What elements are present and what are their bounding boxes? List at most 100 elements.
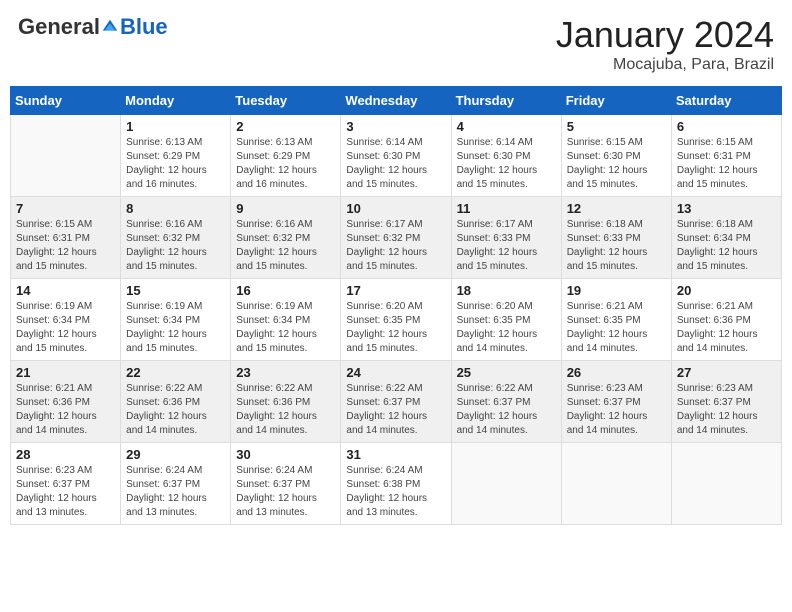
day-info: Sunrise: 6:17 AMSunset: 6:32 PMDaylight:… <box>346 218 445 274</box>
day-info: Sunrise: 6:22 AMSunset: 6:36 PMDaylight:… <box>236 382 335 438</box>
calendar-cell <box>561 443 671 525</box>
header-tuesday: Tuesday <box>231 87 341 115</box>
day-info: Sunrise: 6:21 AMSunset: 6:36 PMDaylight:… <box>677 300 776 356</box>
day-info: Sunrise: 6:14 AMSunset: 6:30 PMDaylight:… <box>346 136 445 192</box>
day-number: 10 <box>346 201 445 216</box>
calendar-subtitle: Mocajuba, Para, Brazil <box>556 56 774 74</box>
calendar-cell: 19 Sunrise: 6:21 AMSunset: 6:35 PMDayligh… <box>561 279 671 361</box>
day-info: Sunrise: 6:22 AMSunset: 6:37 PMDaylight:… <box>457 382 556 438</box>
calendar-cell: 5 Sunrise: 6:15 AMSunset: 6:30 PMDaylight… <box>561 115 671 197</box>
calendar-week-row: 1 Sunrise: 6:13 AMSunset: 6:29 PMDaylight… <box>11 115 782 197</box>
day-info: Sunrise: 6:15 AMSunset: 6:31 PMDaylight:… <box>16 218 115 274</box>
day-number: 2 <box>236 119 335 134</box>
calendar-cell: 11 Sunrise: 6:17 AMSunset: 6:33 PMDayligh… <box>451 197 561 279</box>
day-info: Sunrise: 6:24 AMSunset: 6:37 PMDaylight:… <box>126 464 225 520</box>
calendar-week-row: 14 Sunrise: 6:19 AMSunset: 6:34 PMDayligh… <box>11 279 782 361</box>
day-number: 21 <box>16 365 115 380</box>
day-number: 11 <box>457 201 556 216</box>
day-number: 19 <box>567 283 666 298</box>
day-number: 7 <box>16 201 115 216</box>
day-number: 29 <box>126 447 225 462</box>
day-number: 13 <box>677 201 776 216</box>
day-number: 23 <box>236 365 335 380</box>
day-info: Sunrise: 6:22 AMSunset: 6:36 PMDaylight:… <box>126 382 225 438</box>
day-number: 16 <box>236 283 335 298</box>
calendar-cell <box>671 443 781 525</box>
day-number: 15 <box>126 283 225 298</box>
title-block: January 2024 Mocajuba, Para, Brazil <box>556 14 774 74</box>
calendar-cell: 26Sunrise: 6:23 AMSunset: 6:37 PMDayligh… <box>561 361 671 443</box>
day-info: Sunrise: 6:14 AMSunset: 6:30 PMDaylight:… <box>457 136 556 192</box>
day-info: Sunrise: 6:20 AMSunset: 6:35 PMDaylight:… <box>457 300 556 356</box>
day-info: Sunrise: 6:19 AMSunset: 6:34 PMDaylight:… <box>236 300 335 356</box>
page-header: General Blue January 2024 Mocajuba, Para… <box>10 10 782 78</box>
day-number: 14 <box>16 283 115 298</box>
day-number: 18 <box>457 283 556 298</box>
calendar-cell: 18 Sunrise: 6:20 AMSunset: 6:35 PMDayligh… <box>451 279 561 361</box>
calendar-cell: 6Sunrise: 6:15 AMSunset: 6:31 PMDaylight… <box>671 115 781 197</box>
calendar-title: January 2024 <box>556 14 774 56</box>
calendar-cell: 7 Sunrise: 6:15 AMSunset: 6:31 PMDaylight… <box>11 197 121 279</box>
day-info: Sunrise: 6:20 AMSunset: 6:35 PMDaylight:… <box>346 300 445 356</box>
day-number: 12 <box>567 201 666 216</box>
day-number: 17 <box>346 283 445 298</box>
calendar-cell: 23 Sunrise: 6:22 AMSunset: 6:36 PMDayligh… <box>231 361 341 443</box>
header-friday: Friday <box>561 87 671 115</box>
calendar-cell: 9 Sunrise: 6:16 AMSunset: 6:32 PMDaylight… <box>231 197 341 279</box>
day-number: 3 <box>346 119 445 134</box>
logo-general-text: General <box>18 14 100 40</box>
day-info: Sunrise: 6:19 AMSunset: 6:34 PMDaylight:… <box>126 300 225 356</box>
day-info: Sunrise: 6:16 AMSunset: 6:32 PMDaylight:… <box>126 218 225 274</box>
day-number: 1 <box>126 119 225 134</box>
header-monday: Monday <box>121 87 231 115</box>
day-info: Sunrise: 6:21 AMSunset: 6:35 PMDaylight:… <box>567 300 666 356</box>
day-number: 20 <box>677 283 776 298</box>
calendar-cell: 22 Sunrise: 6:22 AMSunset: 6:36 PMDayligh… <box>121 361 231 443</box>
day-info: Sunrise: 6:13 AMSunset: 6:29 PMDaylight:… <box>236 136 335 192</box>
logo-blue-text: Blue <box>120 14 168 40</box>
calendar-cell: 16 Sunrise: 6:19 AMSunset: 6:34 PMDayligh… <box>231 279 341 361</box>
day-info: Sunrise: 6:24 AMSunset: 6:38 PMDaylight:… <box>346 464 445 520</box>
day-number: 30 <box>236 447 335 462</box>
day-info: Sunrise: 6:16 AMSunset: 6:32 PMDaylight:… <box>236 218 335 274</box>
day-number: 26 <box>567 365 666 380</box>
calendar-cell: 21Sunrise: 6:21 AMSunset: 6:36 PMDayligh… <box>11 361 121 443</box>
day-info: Sunrise: 6:13 AMSunset: 6:29 PMDaylight:… <box>126 136 225 192</box>
logo: General Blue <box>18 14 168 40</box>
day-info: Sunrise: 6:15 AMSunset: 6:30 PMDaylight:… <box>567 136 666 192</box>
calendar-cell: 17 Sunrise: 6:20 AMSunset: 6:35 PMDayligh… <box>341 279 451 361</box>
calendar-cell: 8Sunrise: 6:16 AMSunset: 6:32 PMDaylight… <box>121 197 231 279</box>
calendar-cell: 30 Sunrise: 6:24 AMSunset: 6:37 PMDayligh… <box>231 443 341 525</box>
day-number: 27 <box>677 365 776 380</box>
calendar-cell: 15 Sunrise: 6:19 AMSunset: 6:34 PMDayligh… <box>121 279 231 361</box>
day-info: Sunrise: 6:23 AMSunset: 6:37 PMDaylight:… <box>677 382 776 438</box>
calendar-cell: 2 Sunrise: 6:13 AMSunset: 6:29 PMDaylight… <box>231 115 341 197</box>
calendar-table: Sunday Monday Tuesday Wednesday Thursday… <box>10 86 782 525</box>
calendar-week-row: 28 Sunrise: 6:23 AMSunset: 6:37 PMDayligh… <box>11 443 782 525</box>
calendar-cell: 29 Sunrise: 6:24 AMSunset: 6:37 PMDayligh… <box>121 443 231 525</box>
calendar-cell: 25 Sunrise: 6:22 AMSunset: 6:37 PMDayligh… <box>451 361 561 443</box>
day-number: 25 <box>457 365 556 380</box>
calendar-cell: 20 Sunrise: 6:21 AMSunset: 6:36 PMDayligh… <box>671 279 781 361</box>
day-number: 4 <box>457 119 556 134</box>
calendar-cell: 1 Sunrise: 6:13 AMSunset: 6:29 PMDaylight… <box>121 115 231 197</box>
day-info: Sunrise: 6:23 AMSunset: 6:37 PMDaylight:… <box>16 464 115 520</box>
weekday-header-row: Sunday Monday Tuesday Wednesday Thursday… <box>11 87 782 115</box>
day-number: 9 <box>236 201 335 216</box>
day-info: Sunrise: 6:17 AMSunset: 6:33 PMDaylight:… <box>457 218 556 274</box>
calendar-cell: 24Sunrise: 6:22 AMSunset: 6:37 PMDayligh… <box>341 361 451 443</box>
day-number: 5 <box>567 119 666 134</box>
day-number: 31 <box>346 447 445 462</box>
calendar-cell: 10 Sunrise: 6:17 AMSunset: 6:32 PMDayligh… <box>341 197 451 279</box>
calendar-cell: 31 Sunrise: 6:24 AMSunset: 6:38 PMDayligh… <box>341 443 451 525</box>
header-wednesday: Wednesday <box>341 87 451 115</box>
day-number: 28 <box>16 447 115 462</box>
day-number: 22 <box>126 365 225 380</box>
day-info: Sunrise: 6:19 AMSunset: 6:34 PMDaylight:… <box>16 300 115 356</box>
day-info: Sunrise: 6:22 AMSunset: 6:37 PMDaylight:… <box>346 382 445 438</box>
day-info: Sunrise: 6:24 AMSunset: 6:37 PMDaylight:… <box>236 464 335 520</box>
calendar-week-row: 21Sunrise: 6:21 AMSunset: 6:36 PMDayligh… <box>11 361 782 443</box>
calendar-cell: 27 Sunrise: 6:23 AMSunset: 6:37 PMDayligh… <box>671 361 781 443</box>
calendar-cell: 12Sunrise: 6:18 AMSunset: 6:33 PMDayligh… <box>561 197 671 279</box>
calendar-cell <box>451 443 561 525</box>
